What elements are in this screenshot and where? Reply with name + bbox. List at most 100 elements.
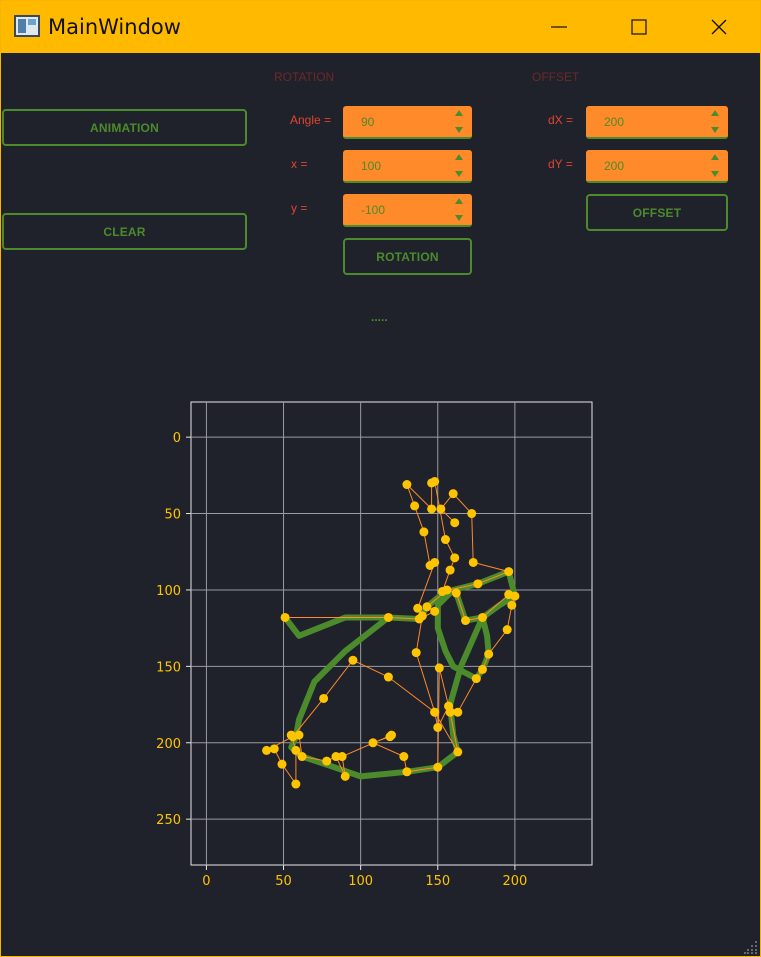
control-point <box>417 611 427 621</box>
dx-label: dX = <box>548 113 574 127</box>
dy-spinbox[interactable]: 200 <box>586 150 728 183</box>
x-tick-label: 50 <box>275 874 292 889</box>
control-point <box>440 535 450 545</box>
bezier-plot[interactable]: 0 50 100 150 200 0 50 100 150 200 250 <box>141 396 611 901</box>
control-point <box>484 649 494 659</box>
control-point <box>450 518 460 528</box>
y-label: y = <box>291 201 308 215</box>
resize-grip-icon[interactable] <box>744 940 758 954</box>
x-tick-label: 100 <box>348 874 373 889</box>
spin-down-icon[interactable] <box>455 215 463 221</box>
control-point <box>413 603 423 613</box>
control-point <box>445 565 455 575</box>
control-point <box>322 756 332 766</box>
spin-up-icon[interactable] <box>455 154 463 160</box>
spin-down-icon[interactable] <box>455 171 463 177</box>
offset-section-title: OFFSET <box>532 70 580 84</box>
control-point <box>280 612 290 622</box>
spin-up-icon[interactable] <box>711 154 719 160</box>
spin-up-icon[interactable] <box>455 198 463 204</box>
control-point <box>433 762 443 772</box>
dx-value: 200 <box>604 115 625 129</box>
control-point <box>450 553 460 563</box>
control-point <box>504 567 514 577</box>
y-tick-label: 0 <box>173 431 181 446</box>
window-title: MainWindow <box>48 15 181 39</box>
control-point <box>510 591 520 601</box>
y-tick-label: 200 <box>156 737 181 752</box>
offset-button[interactable]: OFFSET <box>586 194 728 231</box>
dy-label: dY = <box>548 157 573 171</box>
control-point <box>262 745 272 755</box>
maximize-icon <box>631 19 647 35</box>
control-point <box>436 504 446 514</box>
spin-down-icon[interactable] <box>455 127 463 133</box>
control-point <box>427 504 437 514</box>
y-spinbox[interactable]: -100 <box>343 194 472 227</box>
control-point <box>402 480 412 490</box>
control-point <box>502 625 512 635</box>
control-point <box>340 771 350 781</box>
spin-up-icon[interactable] <box>711 110 719 116</box>
control-point <box>437 586 447 596</box>
close-button[interactable] <box>689 1 749 53</box>
plot-area <box>190 401 593 866</box>
control-point <box>477 612 487 622</box>
control-point <box>348 655 358 665</box>
x-value: 100 <box>361 159 382 173</box>
control-point <box>387 730 396 740</box>
y-value: -100 <box>361 203 386 217</box>
dx-spinbox[interactable]: 200 <box>586 106 728 139</box>
app-icon <box>14 15 40 37</box>
x-tick-label: 0 <box>202 874 210 889</box>
control-point <box>473 579 483 589</box>
control-point <box>430 707 440 717</box>
angle-spinbox[interactable]: 90 <box>343 106 472 139</box>
control-point <box>467 509 477 519</box>
maximize-button[interactable] <box>609 1 669 53</box>
status-text: ..... <box>371 310 388 324</box>
control-point <box>331 752 341 762</box>
control-point <box>477 664 487 674</box>
x-label: x = <box>291 157 308 171</box>
control-point <box>453 707 463 717</box>
spin-up-icon[interactable] <box>455 110 463 116</box>
control-point <box>399 752 409 762</box>
control-point <box>422 602 432 612</box>
dy-value: 200 <box>604 159 625 173</box>
x-tick-label: 150 <box>425 874 450 889</box>
control-point <box>402 767 412 777</box>
y-tick-label: 250 <box>156 813 181 828</box>
animation-button[interactable]: ANIMATION <box>2 109 247 146</box>
control-point <box>448 489 458 499</box>
rotation-section-title: ROTATION <box>274 70 335 84</box>
rotation-button[interactable]: ROTATION <box>343 238 472 275</box>
y-tick-label: 100 <box>156 584 181 599</box>
x-spinbox[interactable]: 100 <box>343 150 472 183</box>
close-icon <box>711 19 727 35</box>
control-point <box>471 674 481 684</box>
control-point <box>461 616 471 626</box>
spin-down-icon[interactable] <box>711 171 719 177</box>
control-point <box>411 648 421 658</box>
clear-button[interactable]: CLEAR <box>2 213 247 250</box>
control-point <box>383 612 393 622</box>
y-tick-label: 150 <box>156 660 181 675</box>
control-point <box>433 722 443 732</box>
angle-label: Angle = <box>290 113 332 127</box>
control-point <box>468 557 478 567</box>
y-tick-label: 50 <box>164 508 181 523</box>
control-point <box>410 501 420 511</box>
control-point <box>291 779 301 789</box>
minimize-button[interactable] <box>529 1 589 53</box>
control-point <box>425 561 435 571</box>
control-point <box>277 759 287 769</box>
control-point <box>434 663 444 673</box>
title-bar[interactable]: MainWindow <box>1 1 760 53</box>
spin-down-icon[interactable] <box>711 127 719 133</box>
control-point <box>507 600 517 610</box>
control-point <box>319 693 329 703</box>
control-point <box>430 606 440 616</box>
control-point <box>288 732 298 742</box>
control-point <box>445 707 455 717</box>
